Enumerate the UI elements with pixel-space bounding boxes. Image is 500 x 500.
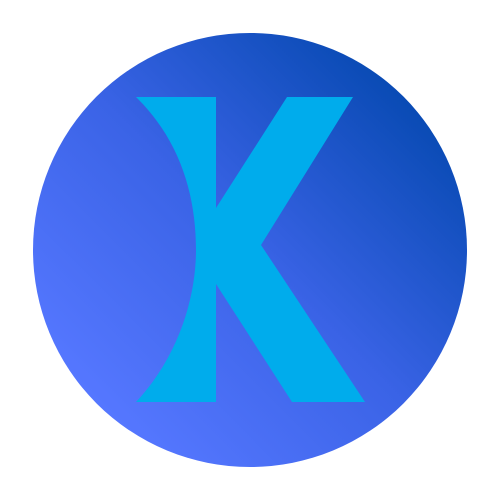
app-icon-canvas (0, 0, 500, 500)
k-logo-icon (33, 33, 467, 467)
